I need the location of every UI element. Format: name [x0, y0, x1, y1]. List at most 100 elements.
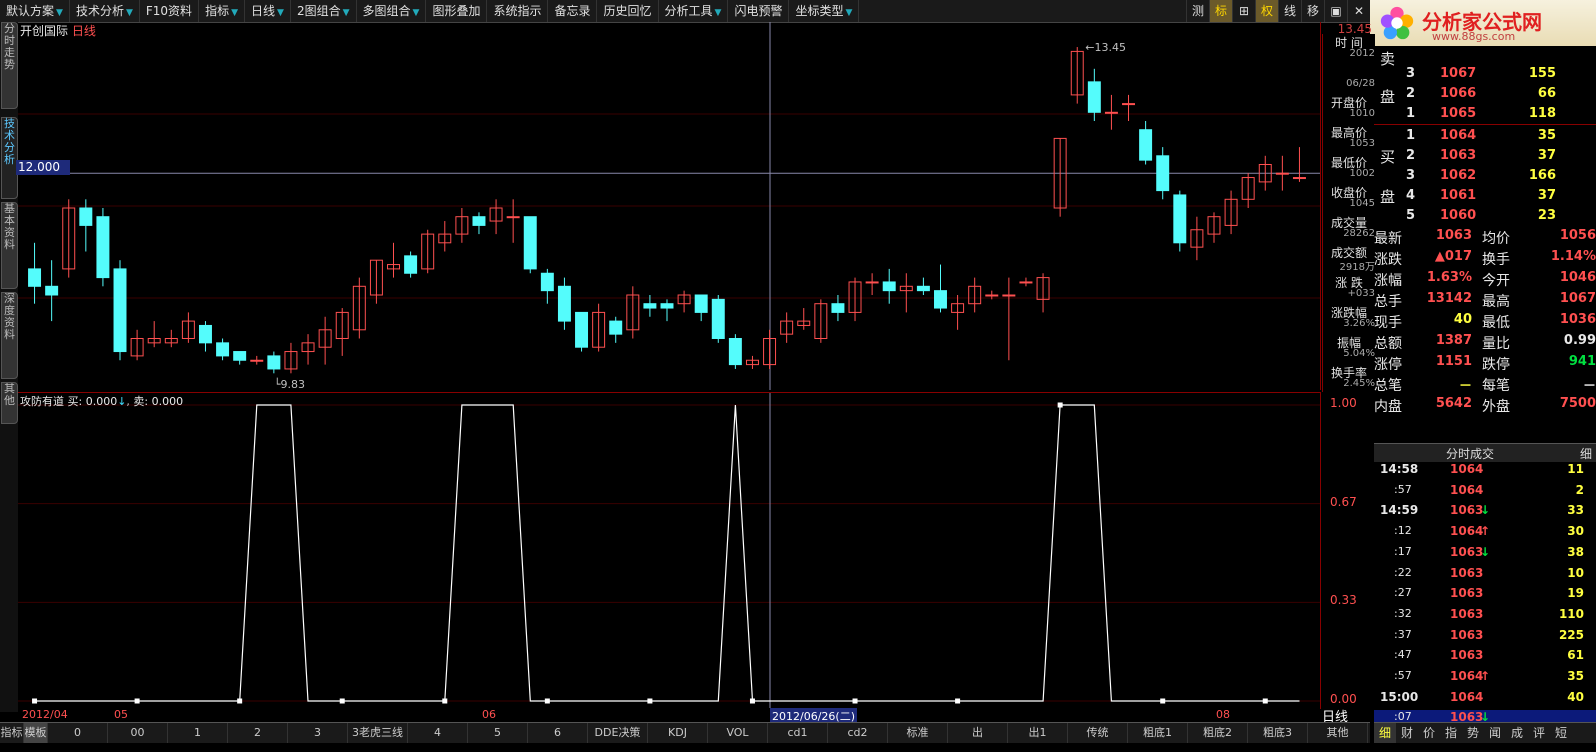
- info-value: +033: [1347, 288, 1375, 299]
- info-value: 2012: [1349, 48, 1375, 59]
- toolbar-button-6[interactable]: 多图组合 ▼: [357, 0, 427, 22]
- bottom-tab-5[interactable]: 2: [228, 723, 288, 743]
- right-bottom-tab-7[interactable]: 评: [1528, 723, 1550, 743]
- bottom-tab-14[interactable]: cd1: [768, 723, 828, 743]
- toolbar-button-13[interactable]: 坐标类型 ▼: [789, 0, 860, 22]
- toolbar-right-button-2[interactable]: ⊞: [1232, 0, 1255, 22]
- bottom-tab-2[interactable]: 0: [48, 723, 108, 743]
- quote-value: 1.14%: [1550, 249, 1596, 264]
- candlestick-chart[interactable]: ←13.45 └9.83 开创国际 日线 12.000: [16, 22, 1321, 391]
- toolbar-right-button-5[interactable]: 移: [1301, 0, 1324, 22]
- bottom-tab-17[interactable]: 出: [948, 723, 1008, 743]
- bottom-tab-3[interactable]: 00: [108, 723, 168, 743]
- right-bottom-tab-8[interactable]: 短: [1550, 723, 1572, 743]
- candle: [267, 351, 281, 374]
- quote-value: 1.63%: [1426, 270, 1472, 285]
- right-bottom-tab-6[interactable]: 成: [1506, 723, 1528, 743]
- indicator-chart[interactable]: 攻防有道 买: 0.000↓, 卖: 0.000: [18, 392, 1321, 709]
- candle: [1241, 173, 1255, 208]
- toolbar-button-10[interactable]: 历史回忆: [597, 0, 659, 22]
- indicator-y-axis: 1.00 0.67 0.33 0.00: [1320, 392, 1374, 708]
- toolbar-right-button-3[interactable]: 权: [1255, 0, 1278, 22]
- right-bottom-tab-3[interactable]: 指: [1440, 723, 1462, 743]
- candle: [130, 329, 144, 361]
- toolbar-button-label: 闪电预警: [734, 4, 783, 18]
- bottom-tab-0[interactable]: 指标: [0, 723, 24, 743]
- right-bottom-tab-4[interactable]: 势: [1462, 723, 1484, 743]
- candle: [387, 242, 400, 278]
- tick-price: 1064: [1450, 482, 1484, 497]
- candle: [711, 295, 725, 343]
- toolbar-button-5[interactable]: 2图组合 ▼: [291, 0, 357, 22]
- book-price: 1061: [1440, 188, 1477, 203]
- toolbar-button-8[interactable]: 系统指示: [487, 0, 549, 22]
- indicator-title-bar: 攻防有道 买: 0.000↓, 卖: 0.000: [20, 395, 184, 408]
- right-bottom-tab-0[interactable]: 细: [1374, 723, 1396, 743]
- bottom-tab-8[interactable]: 4: [408, 723, 468, 743]
- toolbar-button-7[interactable]: 图形叠加: [426, 0, 488, 22]
- toolbar-button-0[interactable]: 默认方案 ▼: [0, 0, 70, 22]
- book-volume: 66: [1537, 86, 1556, 101]
- left-tab-1[interactable]: 技术分析: [1, 117, 18, 199]
- book-volume: 166: [1528, 168, 1556, 183]
- toolbar-right-button-6[interactable]: ▣: [1324, 0, 1347, 22]
- toolbar-right-button-0[interactable]: 测: [1186, 0, 1209, 22]
- tick-time: :22: [1394, 565, 1412, 579]
- candle: [763, 329, 777, 369]
- bottom-tab-21[interactable]: 粗底2: [1188, 723, 1248, 743]
- bottom-tab-18[interactable]: 出1: [1008, 723, 1068, 743]
- buy-book-row: 1 1064 35: [1374, 128, 1596, 148]
- toolbar-button-9[interactable]: 备忘录: [548, 0, 598, 22]
- bottom-tab-6[interactable]: 3: [288, 723, 348, 743]
- toolbar-button-12[interactable]: 闪电预警: [728, 0, 790, 22]
- toolbar-button-2[interactable]: F10资料: [140, 0, 200, 22]
- bottom-tab-12[interactable]: KDJ: [648, 723, 708, 743]
- right-bottom-tab-1[interactable]: 财: [1396, 723, 1418, 743]
- bottom-tab-10[interactable]: 6: [528, 723, 588, 743]
- bottom-tab-7[interactable]: 3老虎三线: [348, 723, 408, 743]
- ticks-detail-tab[interactable]: 细: [1580, 445, 1592, 462]
- bottom-tab-4[interactable]: 1: [168, 723, 228, 743]
- dropdown-arrow-icon: ▼: [714, 8, 722, 18]
- toolbar-button-4[interactable]: 日线 ▼: [245, 0, 291, 22]
- info-value: 1053: [1349, 138, 1375, 149]
- toolbar-button-1[interactable]: 技术分析 ▼: [70, 0, 140, 22]
- bottom-tab-11[interactable]: DDE决策: [588, 723, 648, 743]
- left-tab-2[interactable]: 基本资料: [1, 202, 18, 289]
- bottom-tab-19[interactable]: 传统: [1068, 723, 1128, 743]
- date-tick-label: 08: [1216, 708, 1230, 721]
- candle: [609, 316, 623, 343]
- book-price: 1066: [1440, 86, 1477, 101]
- toolbar-right-button-7[interactable]: ✕: [1347, 0, 1370, 22]
- bottom-tab-16[interactable]: 标准: [888, 723, 948, 743]
- sell-book-row: 2 1066 66: [1374, 86, 1596, 106]
- tick-volume: 10: [1567, 565, 1584, 580]
- bottom-tab-13[interactable]: VOL: [708, 723, 768, 743]
- toolbar-right-button-1[interactable]: 标: [1209, 0, 1232, 22]
- tick-price: 1063: [1450, 606, 1484, 621]
- quote-value: 1046: [1559, 270, 1596, 285]
- candle: [677, 290, 691, 313]
- stock-title: 开创国际 日线: [20, 22, 96, 39]
- left-tab-4[interactable]: 其他: [1, 382, 18, 424]
- bottom-tab-20[interactable]: 粗底1: [1128, 723, 1188, 743]
- toolbar-button-11[interactable]: 分析工具 ▼: [659, 0, 729, 22]
- right-bottom-tab-2[interactable]: 价: [1418, 723, 1440, 743]
- bottom-tab-15[interactable]: cd2: [828, 723, 888, 743]
- candle-body: [540, 272, 554, 292]
- tick-time: :47: [1394, 648, 1412, 662]
- quote-label: 换手: [1482, 252, 1510, 268]
- bottom-tab-22[interactable]: 粗底3: [1248, 723, 1308, 743]
- toolbar-button-3[interactable]: 指标 ▼: [199, 0, 245, 22]
- bottom-tab-9[interactable]: 5: [468, 723, 528, 743]
- bottom-tab-1[interactable]: 模板: [24, 723, 48, 743]
- left-tab-3[interactable]: 深度资料: [1, 292, 18, 379]
- candle-body: [728, 338, 742, 366]
- book-price: 1064: [1440, 128, 1477, 143]
- left-tab-0[interactable]: 分时走势: [1, 22, 18, 109]
- right-bottom-tab-5[interactable]: 闻: [1484, 723, 1506, 743]
- toolbar-right-button-4[interactable]: 线: [1278, 0, 1301, 22]
- tick-price: 1064: [1450, 689, 1484, 704]
- quote-row: 总笔 － 每笔 －: [1374, 375, 1596, 396]
- bottom-tab-23[interactable]: 其他: [1308, 723, 1368, 743]
